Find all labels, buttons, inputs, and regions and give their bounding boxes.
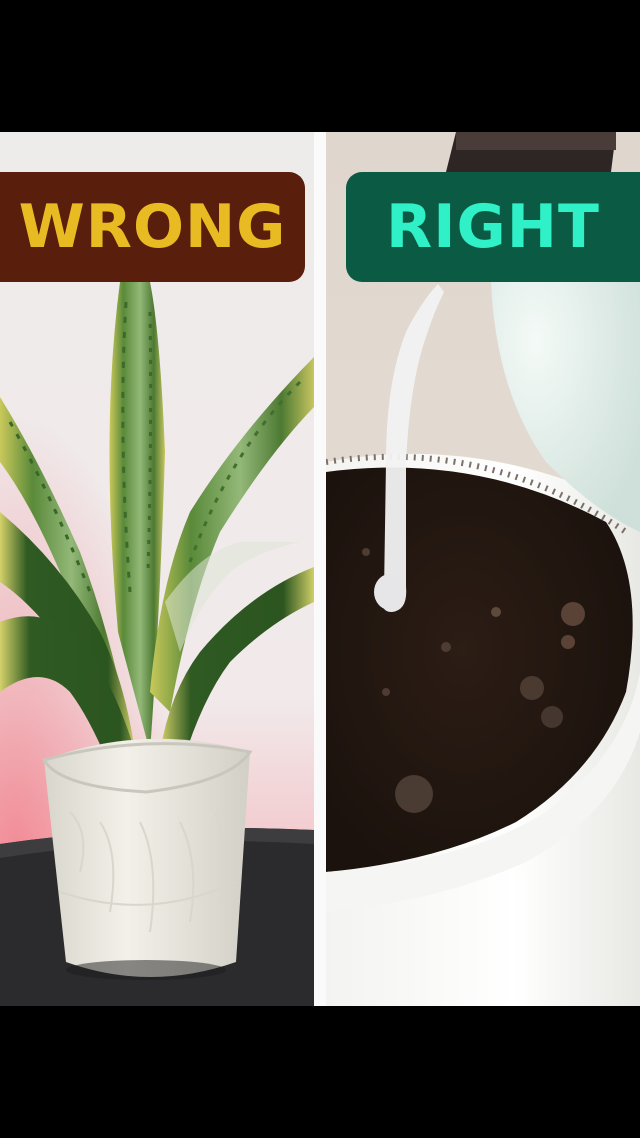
- letterbox-bottom: [0, 1006, 640, 1138]
- letterbox-top: [0, 0, 640, 132]
- panel-divider: [314, 132, 326, 1006]
- wrong-label-badge: WRONG: [0, 172, 305, 282]
- wrong-panel: WRONG: [0, 132, 314, 1006]
- right-label-text: RIGHT: [386, 192, 600, 262]
- right-label-badge: RIGHT: [346, 172, 640, 282]
- wrong-label-text: WRONG: [18, 192, 287, 262]
- right-panel: RIGHT: [326, 132, 640, 1006]
